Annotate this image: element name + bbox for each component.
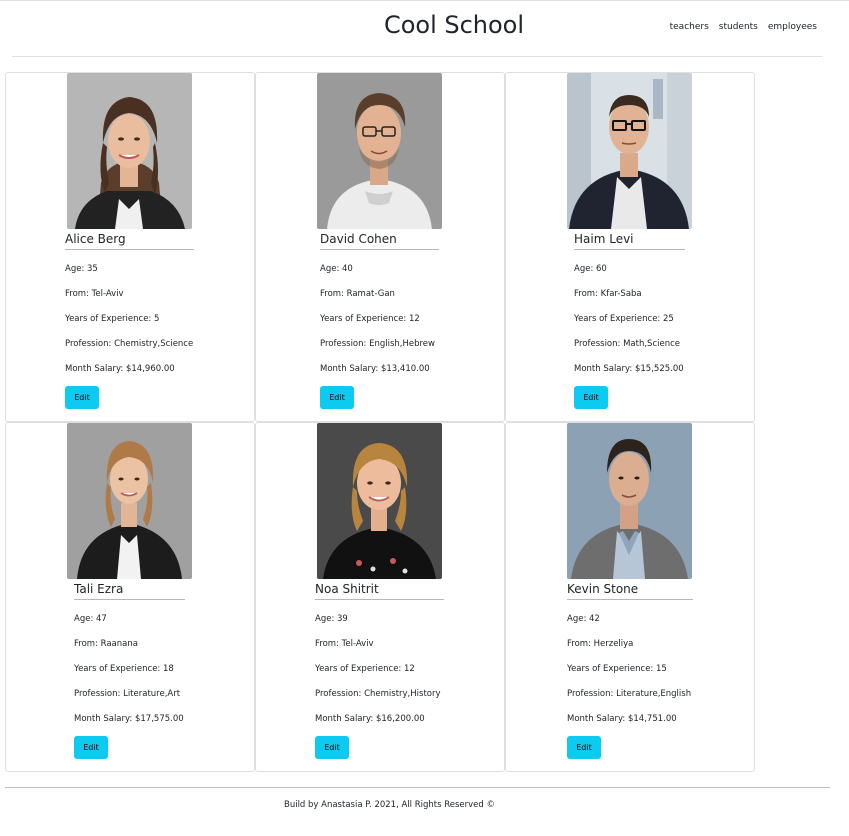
- teacher-age: Age: 35: [65, 264, 98, 274]
- teacher-from: From: Kfar-Saba: [574, 289, 642, 299]
- teacher-photo: [317, 423, 442, 579]
- teacher-salary: Month Salary: $13,410.00: [320, 364, 430, 374]
- site-header: Cool School teachers students employees: [12, 0, 822, 57]
- teacher-profession: Profession: Chemistry,History: [315, 689, 441, 699]
- teacher-salary: Month Salary: $15,525.00: [574, 364, 684, 374]
- teacher-experience: Years of Experience: 15: [567, 664, 667, 674]
- teacher-info: Kevin Stone Age: 42 From: Herzeliya Year…: [567, 579, 693, 759]
- nav-link-students[interactable]: students: [719, 22, 758, 32]
- teacher-info: Alice Berg Age: 35 From: Tel-Aviv Years …: [65, 229, 194, 409]
- divider: [315, 599, 444, 600]
- teacher-salary: Month Salary: $14,960.00: [65, 364, 175, 374]
- footer-text: Build by Anastasia P. 2021, All Rights R…: [283, 800, 495, 810]
- divider: [320, 249, 439, 250]
- teacher-photo: [67, 73, 192, 229]
- teacher-experience: Years of Experience: 25: [574, 314, 674, 324]
- teacher-name: David Cohen: [320, 232, 397, 246]
- teacher-grid: Alice Berg Age: 35 From: Tel-Aviv Years …: [5, 72, 755, 772]
- teacher-info: Noa Shitrit Age: 39 From: Tel-Aviv Years…: [315, 579, 444, 759]
- teacher-age: Age: 42: [567, 614, 600, 624]
- teacher-profession: Profession: English,Hebrew: [320, 339, 435, 349]
- teacher-experience: Years of Experience: 18: [74, 664, 174, 674]
- teacher-card: Haim Levi Age: 60 From: Kfar-Saba Years …: [505, 72, 755, 422]
- teacher-experience: Years of Experience: 12: [320, 314, 420, 324]
- teacher-name: Haim Levi: [574, 232, 634, 246]
- teacher-age: Age: 40: [320, 264, 353, 274]
- teacher-name: Noa Shitrit: [315, 582, 379, 596]
- divider: [574, 249, 685, 250]
- teacher-age: Age: 60: [574, 264, 607, 274]
- divider: [567, 599, 693, 600]
- teacher-photo: [317, 73, 442, 229]
- teacher-name: Alice Berg: [65, 232, 126, 246]
- teacher-info: David Cohen Age: 40 From: Ramat-Gan Year…: [320, 229, 439, 409]
- teacher-card: Tali Ezra Age: 47 From: Raanana Years of…: [5, 422, 255, 772]
- top-nav: teachers students employees: [670, 22, 817, 32]
- footer-divider: [5, 787, 830, 788]
- teacher-experience: Years of Experience: 12: [315, 664, 415, 674]
- teacher-card: Kevin Stone Age: 42 From: Herzeliya Year…: [505, 422, 755, 772]
- teacher-profession: Profession: Literature,English: [567, 689, 692, 699]
- edit-button[interactable]: Edit: [320, 386, 354, 409]
- teacher-card: Noa Shitrit Age: 39 From: Tel-Aviv Years…: [255, 422, 505, 772]
- teacher-card: Alice Berg Age: 35 From: Tel-Aviv Years …: [5, 72, 255, 422]
- teacher-age: Age: 39: [315, 614, 348, 624]
- teacher-experience: Years of Experience: 5: [65, 314, 160, 324]
- nav-link-teachers[interactable]: teachers: [670, 22, 709, 32]
- nav-link-employees[interactable]: employees: [768, 22, 817, 32]
- edit-button[interactable]: Edit: [567, 736, 601, 759]
- teacher-from: From: Herzeliya: [567, 639, 634, 649]
- teacher-photo: [67, 423, 192, 579]
- teacher-from: From: Tel-Aviv: [315, 639, 374, 649]
- teacher-profession: Profession: Math,Science: [574, 339, 680, 349]
- edit-button[interactable]: Edit: [74, 736, 108, 759]
- edit-button[interactable]: Edit: [315, 736, 349, 759]
- edit-button[interactable]: Edit: [65, 386, 99, 409]
- teacher-photo: [567, 423, 692, 579]
- teacher-from: From: Tel-Aviv: [65, 289, 124, 299]
- teacher-name: Tali Ezra: [74, 582, 124, 596]
- teacher-photo: [567, 73, 692, 229]
- divider: [65, 249, 194, 250]
- teacher-from: From: Raanana: [74, 639, 138, 649]
- teacher-profession: Profession: Chemistry,Science: [65, 339, 194, 349]
- teacher-profession: Profession: Literature,Art: [74, 689, 181, 699]
- teacher-salary: Month Salary: $14,751.00: [567, 714, 677, 724]
- divider: [74, 599, 185, 600]
- teacher-age: Age: 47: [74, 614, 107, 624]
- teacher-from: From: Ramat-Gan: [320, 289, 395, 299]
- teacher-name: Kevin Stone: [567, 582, 639, 596]
- teacher-salary: Month Salary: $17,575.00: [74, 714, 184, 724]
- edit-button[interactable]: Edit: [574, 386, 608, 409]
- teacher-salary: Month Salary: $16,200.00: [315, 714, 425, 724]
- teacher-card: David Cohen Age: 40 From: Ramat-Gan Year…: [255, 72, 505, 422]
- teacher-info: Tali Ezra Age: 47 From: Raanana Years of…: [74, 579, 185, 759]
- teacher-info: Haim Levi Age: 60 From: Kfar-Saba Years …: [574, 229, 685, 409]
